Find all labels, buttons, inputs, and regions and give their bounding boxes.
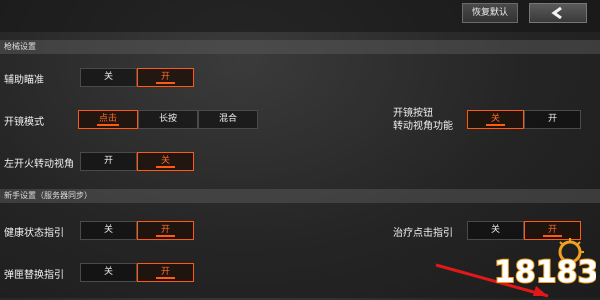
logo-sun-icon: 18183	[493, 238, 599, 291]
watermark-logo: 18183	[488, 238, 599, 296]
watermark-text: 18183	[494, 255, 596, 290]
